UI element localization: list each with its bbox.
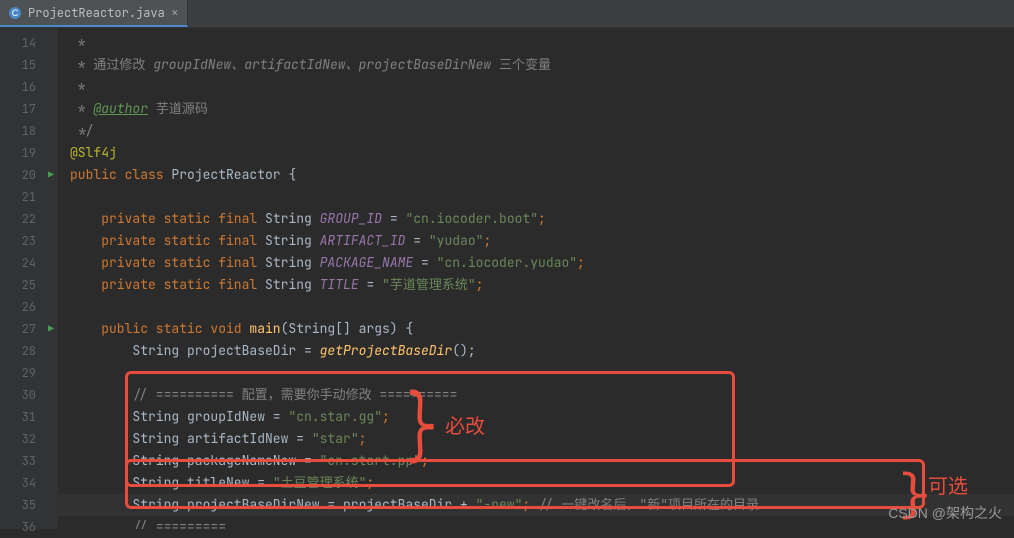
code-text: ARTIFACT_ID <box>320 232 406 249</box>
code-text: String <box>265 254 320 271</box>
code-text: (); <box>452 342 475 359</box>
line-number[interactable]: 32 <box>0 428 58 450</box>
line-number[interactable]: 26 <box>0 296 58 318</box>
code-text: * <box>70 100 93 117</box>
line-number[interactable]: 25 <box>0 274 58 296</box>
code-text: = <box>413 254 436 271</box>
code-text: = <box>359 276 382 293</box>
code-text: public static void <box>101 320 249 337</box>
code-text: ; <box>476 276 484 293</box>
line-number[interactable]: 29 <box>0 362 58 384</box>
code-text: main <box>249 320 280 337</box>
code-text: ; <box>577 254 585 271</box>
code-text: @Slf4j <box>70 144 117 161</box>
line-number[interactable]: 15 <box>0 54 58 76</box>
code-text: "yudao" <box>429 232 484 249</box>
code-text: groupIdNew、artifactIdNew、projectBaseDirN… <box>153 56 491 73</box>
code-text: * 通过修改 <box>70 56 153 73</box>
code-text: String projectBaseDir = <box>132 342 319 359</box>
code-text: String <box>265 232 320 249</box>
line-number[interactable]: 14 <box>0 32 58 54</box>
code-text: ; <box>359 430 367 447</box>
line-number[interactable]: 19 <box>0 142 58 164</box>
code-text: "cn.iocoder.yudao" <box>437 254 577 271</box>
line-number[interactable]: 30 <box>0 384 58 406</box>
code-text: (String[] args) { <box>281 320 414 337</box>
code-text: PACKAGE_NAME <box>320 254 414 271</box>
code-text: String projectBaseDirNew = projectBaseDi… <box>132 496 475 513</box>
line-number[interactable]: 21 <box>0 186 58 208</box>
code-text: "-new" <box>476 496 523 513</box>
code-text: private static final <box>101 276 265 293</box>
code-text: private static final <box>101 232 265 249</box>
editor: 14151617181920▶21222324252627▶2829303132… <box>0 28 1014 529</box>
code-text: String artifactIdNew = <box>132 430 311 447</box>
code-text: ; <box>538 210 546 227</box>
close-icon[interactable]: × <box>171 4 179 21</box>
line-number[interactable]: 23 <box>0 230 58 252</box>
code-text: TITLE <box>320 276 359 293</box>
code-text: * <box>70 34 86 51</box>
line-number[interactable]: 34 <box>0 472 58 494</box>
line-number[interactable]: 18 <box>0 120 58 142</box>
line-number[interactable]: 28 <box>0 340 58 362</box>
tab-bar: C ProjectReactor.java × <box>0 0 1014 28</box>
line-number[interactable]: 20▶ <box>0 164 58 186</box>
code-text: GROUP_ID <box>320 210 382 227</box>
code-text: "cn.star.gg" <box>288 408 382 425</box>
code-text: "土豆管理系统" <box>273 474 367 491</box>
code-text: String <box>265 210 320 227</box>
file-tab[interactable]: C ProjectReactor.java × <box>0 0 188 27</box>
code-text: * <box>70 78 86 95</box>
code-text: // ========= <box>132 518 226 529</box>
code-text: ; <box>483 232 491 249</box>
run-arrow-icon[interactable]: ▶ <box>48 164 54 186</box>
code-text: public class <box>70 166 171 183</box>
run-arrow-icon[interactable]: ▶ <box>48 318 54 340</box>
code-text: @author <box>93 100 148 117</box>
code-text: private static final <box>101 210 265 227</box>
watermark: CSDN @架构之火 <box>888 503 1002 523</box>
gutter: 14151617181920▶21222324252627▶2829303132… <box>0 28 58 529</box>
line-number[interactable]: 31 <box>0 406 58 428</box>
code-text: = <box>405 232 428 249</box>
code-text: 芋道源码 <box>148 100 208 117</box>
code-text: // 一键改名后，"新"项目所在的目录 <box>538 496 759 513</box>
tab-filename: ProjectReactor.java <box>28 5 165 21</box>
code-text: 三个变量 <box>491 56 551 73</box>
code-area[interactable]: * * 通过修改 groupIdNew、artifactIdNew、projec… <box>58 28 1014 529</box>
code-text: String titleNew = <box>132 474 272 491</box>
line-number[interactable]: 17 <box>0 98 58 120</box>
line-number[interactable]: 33 <box>0 450 58 472</box>
code-text: ; <box>421 452 429 469</box>
code-text: getProjectBaseDir <box>320 342 453 359</box>
svg-text:C: C <box>12 8 19 18</box>
line-number[interactable]: 24 <box>0 252 58 274</box>
code-text: "芋道管理系统" <box>382 276 476 293</box>
code-text: String groupIdNew = <box>132 408 288 425</box>
line-number[interactable]: 36 <box>0 516 58 538</box>
code-text: "cn.iocoder.boot" <box>405 210 538 227</box>
code-text: String <box>265 276 320 293</box>
code-text: = <box>382 210 405 227</box>
line-number[interactable]: 35 <box>0 494 58 516</box>
code-text: ; <box>522 496 538 513</box>
code-text: "star" <box>312 430 359 447</box>
code-text: */ <box>70 122 93 139</box>
line-number[interactable]: 22 <box>0 208 58 230</box>
java-class-icon: C <box>8 6 22 20</box>
code-text: ; <box>366 474 374 491</box>
code-text: // ========== 配置，需要你手动修改 ========== <box>132 386 457 403</box>
code-text: "cn.start.pp" <box>320 452 421 469</box>
line-number[interactable]: 27▶ <box>0 318 58 340</box>
line-number[interactable]: 16 <box>0 76 58 98</box>
code-text: ProjectReactor { <box>171 166 296 183</box>
code-text: String packageNameNew = <box>132 452 319 469</box>
code-text: ; <box>382 408 390 425</box>
code-text: private static final <box>101 254 265 271</box>
